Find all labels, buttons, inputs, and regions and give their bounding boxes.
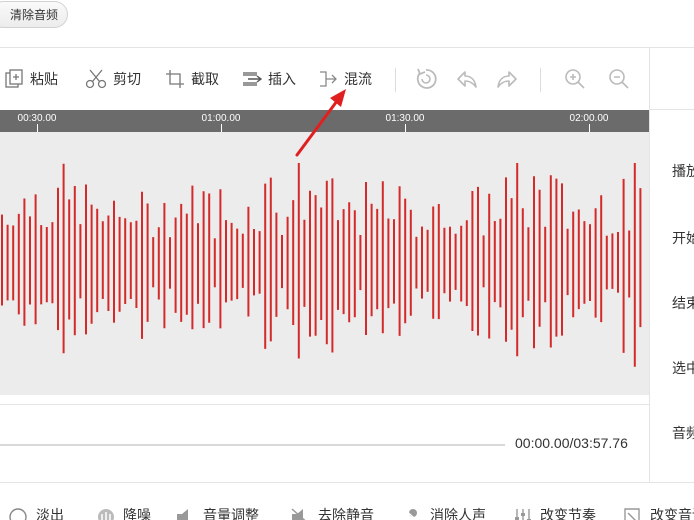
effects-bar: 淡出 降噪 音量调整 去除静音 消除人声 改变节奏 改变音 [0, 482, 694, 520]
crop-label: 截取 [191, 71, 219, 87]
reset-icon [416, 68, 437, 89]
zoom-out-button[interactable] [608, 48, 630, 110]
mix-icon [320, 71, 337, 87]
time-display: 00:00.00/03:57.76 [515, 435, 628, 451]
zoom-in-button[interactable] [564, 48, 586, 110]
noise-reduction-label: 降噪 [123, 507, 151, 520]
undo-icon [457, 71, 477, 88]
reset-button[interactable] [414, 48, 438, 110]
audio-waveform [1, 163, 642, 367]
paste-button[interactable]: 粘贴 [4, 48, 58, 110]
paste-label: 粘贴 [30, 71, 58, 87]
clear-audio-label: 清除音频 [9, 8, 58, 22]
fade-out-icon [9, 508, 27, 520]
noise-reduction-button[interactable]: 降噪 [95, 505, 151, 520]
ruler-tick [405, 124, 406, 132]
insert-button[interactable]: 插入 [242, 48, 296, 110]
toolbar-divider [540, 68, 541, 92]
vocal-removal-icon [403, 508, 418, 520]
properties-panel: 播放 开始 结束 选中 音频 [649, 48, 694, 482]
waveform-canvas[interactable] [0, 132, 649, 395]
zoom-in-icon [565, 69, 585, 89]
playback-bar: 00:00.00/03:57.76 [0, 404, 649, 482]
vocal-removal-button[interactable]: 消除人声 [402, 505, 486, 520]
change-tempo-label: 改变节奏 [540, 507, 596, 520]
ruler-label: 01:00.00 [201, 113, 241, 124]
play-label: 播放 [672, 163, 694, 179]
fade-out-label: 淡出 [36, 507, 64, 520]
audio-label: 音频 [672, 425, 694, 441]
toolbar-divider [395, 68, 396, 92]
start-label: 开始 [672, 230, 694, 246]
insert-label: 插入 [268, 71, 296, 87]
ruler-label: 00:30.00 [17, 113, 57, 124]
cut-button[interactable]: 剪切 [85, 48, 141, 110]
remove-silence-icon [291, 508, 306, 520]
scissors-icon [85, 69, 107, 89]
clear-audio-button[interactable]: 清除音频 [0, 1, 68, 28]
volume-icon [177, 509, 188, 520]
ruler-tick [37, 124, 38, 132]
change-tempo-button[interactable]: 改变节奏 [512, 505, 596, 520]
waveform-editor: 00:30.00 01:00.00 01:30.00 02:00.00 [0, 110, 649, 511]
change-pitch-button[interactable]: 改变音调 [622, 505, 694, 520]
time-ruler: 00:30.00 01:00.00 01:30.00 02:00.00 [0, 110, 649, 132]
redo-icon [497, 71, 517, 88]
insert-icon [243, 72, 262, 86]
top-bar: 清除音频 [0, 0, 694, 48]
ruler-tick [221, 124, 222, 132]
remove-silence-button[interactable]: 去除静音 [290, 505, 374, 520]
noise-reduction-icon [98, 509, 114, 520]
crop-button[interactable]: 截取 [165, 48, 219, 110]
fade-out-button[interactable]: 淡出 [8, 505, 64, 520]
ruler-label: 01:30.00 [385, 113, 425, 124]
vocal-removal-label: 消除人声 [430, 507, 486, 520]
panel-header [650, 48, 694, 110]
ruler-tick [589, 124, 590, 132]
selection-label: 选中 [672, 360, 694, 376]
volume-adjust-button[interactable]: 音量调整 [175, 505, 259, 520]
change-pitch-label: 改变音调 [650, 507, 694, 520]
remove-silence-label: 去除静音 [318, 507, 374, 520]
end-label: 结束 [672, 295, 694, 311]
paste-icon [5, 69, 23, 88]
volume-adjust-label: 音量调整 [203, 507, 259, 520]
redo-button[interactable] [496, 48, 518, 110]
playback-progress[interactable] [0, 444, 505, 446]
cut-label: 剪切 [113, 71, 141, 87]
mix-button[interactable]: 混流 [318, 48, 372, 110]
edit-toolbar: 粘贴 剪切 截取 插入 混流 [0, 48, 650, 110]
ruler-label: 02:00.00 [569, 113, 609, 124]
crop-icon [166, 70, 184, 88]
undo-button[interactable] [456, 48, 478, 110]
zoom-out-icon [609, 69, 629, 89]
pitch-icon [624, 508, 640, 520]
mix-label: 混流 [344, 71, 372, 87]
tempo-sliders-icon [515, 509, 531, 520]
